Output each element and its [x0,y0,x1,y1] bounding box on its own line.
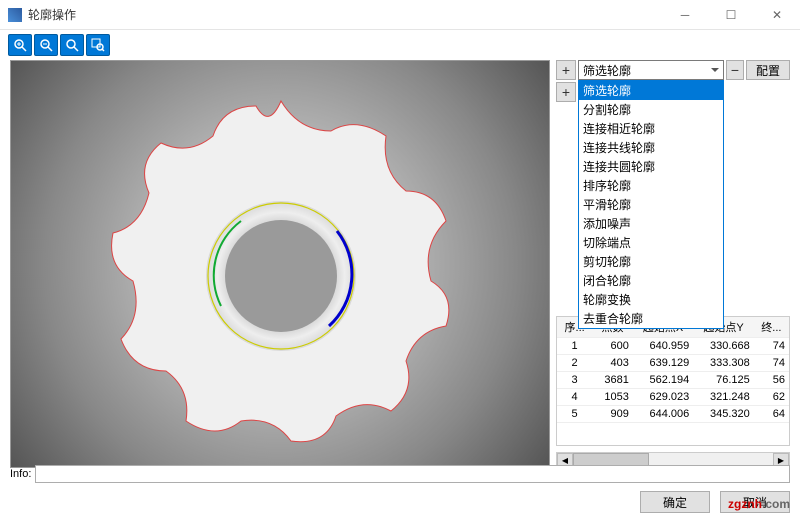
dropdown-option[interactable]: 连接共线轮廓 [579,138,723,157]
close-button[interactable]: ✕ [754,0,800,30]
table-row[interactable]: 1600640.959330.66874 [557,338,789,355]
table-row[interactable]: 41053629.023321.24862 [557,389,789,406]
dropdown-list: 筛选轮廓分割轮廓连接相近轮廓连接共线轮廓连接共圆轮廓排序轮廓平滑轮廓添加噪声切除… [578,80,724,329]
dropdown-option[interactable]: 排序轮廓 [579,176,723,195]
dropdown-option[interactable]: 连接共圆轮廓 [579,157,723,176]
app-icon [8,8,22,22]
table-header[interactable]: 终... [754,317,789,338]
info-field[interactable] [35,465,790,483]
dropdown-option[interactable]: 分割轮廓 [579,100,723,119]
config-button[interactable]: 配置 [746,60,790,80]
info-label: Info: [10,468,31,480]
contour-table[interactable]: 序...点数起始点X起始点Y终... 1600640.959330.668742… [556,316,790,446]
cancel-button[interactable]: 取消 [720,491,790,513]
table-row[interactable]: 33681562.19476.12556 [557,372,789,389]
ok-button[interactable]: 确定 [640,491,710,513]
add-op-button[interactable]: + [556,60,576,80]
remove-button[interactable]: − [726,60,744,80]
zoom-in-button[interactable] [8,34,32,56]
dropdown-option[interactable]: 剪切轮廓 [579,252,723,271]
maximize-button[interactable]: ☐ [708,0,754,30]
table-row[interactable]: 2403639.129333.30874 [557,355,789,372]
dropdown-option[interactable]: 轮廓变换 [579,290,723,309]
dropdown-option[interactable]: 切除端点 [579,233,723,252]
dropdown-option[interactable]: 连接相近轮廓 [579,119,723,138]
dropdown-option[interactable]: 平滑轮廓 [579,195,723,214]
dropdown-option[interactable]: 闭合轮廓 [579,271,723,290]
zoom-region-button[interactable] [86,34,110,56]
table-row[interactable]: 5909644.006345.32064 [557,406,789,423]
operation-dropdown[interactable]: 筛选轮廓 [578,60,724,80]
dropdown-option[interactable]: 筛选轮廓 [579,81,723,100]
remove-op-button[interactable]: + [556,82,576,102]
dropdown-selected: 筛选轮廓 [583,62,631,79]
window-title: 轮廓操作 [28,6,662,23]
zoom-fit-button[interactable] [60,34,84,56]
dropdown-option[interactable]: 添加噪声 [579,214,723,233]
dropdown-option[interactable]: 去重合轮廓 [579,309,723,328]
titlebar: 轮廓操作 ─ ☐ ✕ [0,0,800,30]
toolbar [0,30,800,60]
zoom-out-button[interactable] [34,34,58,56]
image-viewport[interactable] [10,60,550,468]
minimize-button[interactable]: ─ [662,0,708,30]
